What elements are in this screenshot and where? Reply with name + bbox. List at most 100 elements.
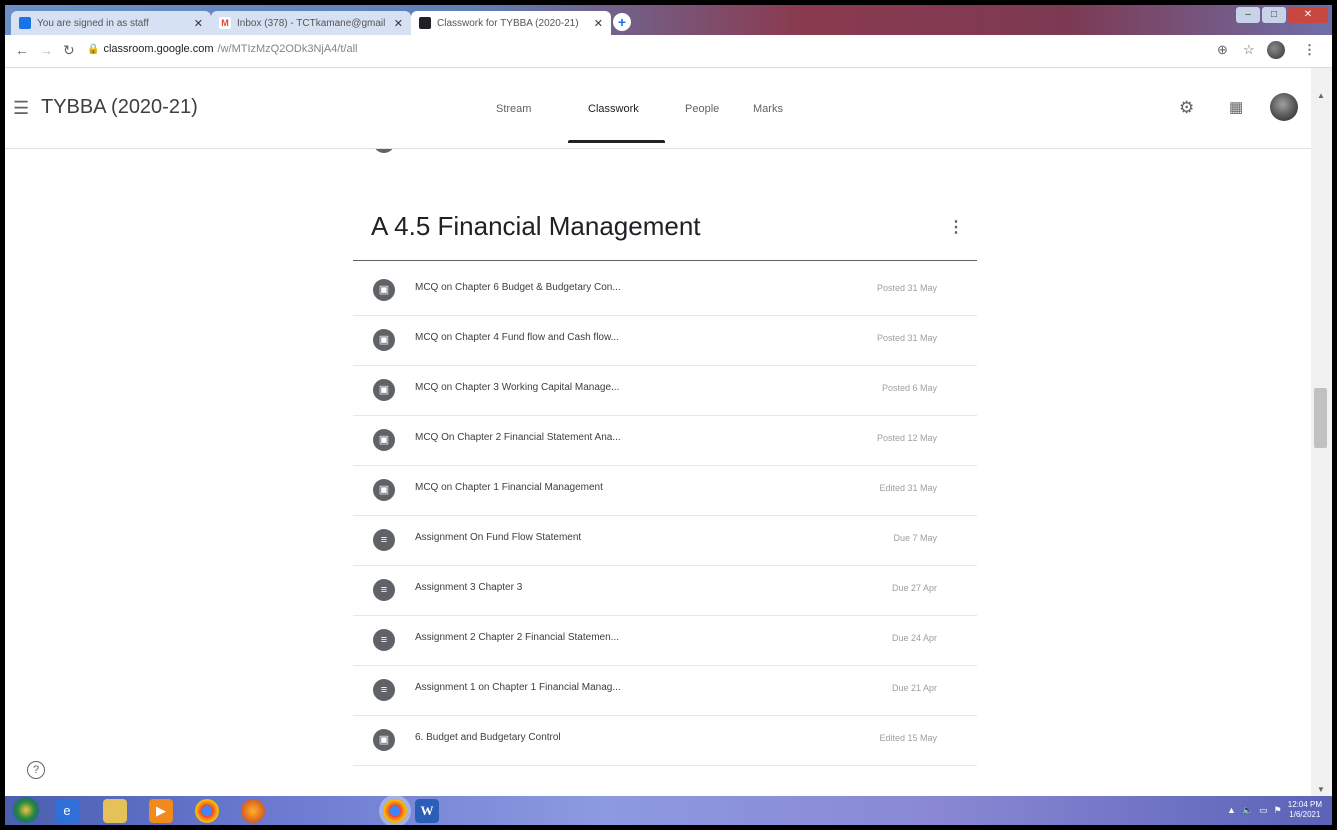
classwork-item-date: Posted 31 May — [876, 283, 937, 293]
quiz-assignment-icon: ▣ — [373, 479, 395, 501]
classwork-item-title: Assignment 2 Chapter 2 Financial Stateme… — [415, 632, 619, 643]
classwork-item[interactable]: ▣ MCQ on Chapter 4 Fund flow and Cash flo… — [353, 316, 977, 366]
taskbar-clock[interactable]: 12:04 PM 1/6/2021 — [1288, 800, 1322, 820]
classroom-favicon — [419, 17, 431, 29]
chrome-icon[interactable] — [195, 799, 219, 823]
window-controls: – □ ✕ — [1236, 7, 1328, 23]
classwork-content: A 4.5 Financial Management ⋮ ▣ MCQ on Cha… — [5, 149, 1311, 796]
assignment-icon: ≡ — [373, 529, 395, 551]
start-button[interactable] — [13, 797, 39, 823]
classwork-item-date: Posted 12 May — [876, 433, 937, 443]
gmail-icon: M — [219, 17, 231, 29]
classwork-item-date: Due 7 May — [893, 533, 937, 543]
quiz-assignment-icon: ▣ — [373, 729, 395, 751]
file-explorer-icon[interactable] — [103, 799, 127, 823]
flag-icon[interactable]: ⚑ — [1274, 805, 1282, 816]
classwork-item-title: MCQ on Chapter 1 Financial Management — [415, 482, 603, 493]
topic-title: A 4.5 Financial Management — [371, 211, 701, 241]
browser-tab-1[interactable]: You are signed in as staff ✕ — [11, 11, 211, 35]
maximize-icon[interactable]: □ — [1262, 7, 1286, 23]
classwork-item[interactable]: ≡ Assignment 3 Chapter 3 Due 27 Apr — [353, 566, 977, 616]
close-tab-icon[interactable]: ✕ — [394, 17, 403, 30]
scrollbar-thumb[interactable] — [1314, 388, 1327, 448]
browser-tab-2[interactable]: M Inbox (378) - TCTkamane@gmail ✕ — [211, 11, 411, 35]
tab-title: Classwork for TYBBA (2020-21) — [437, 17, 579, 29]
tab-classwork[interactable]: Classwork — [588, 103, 639, 115]
tab-title: You are signed in as staff — [37, 17, 149, 29]
quiz-assignment-icon: ▣ — [373, 429, 395, 451]
classwork-item-title: Assignment 1 on Chapter 1 Financial Mana… — [415, 682, 621, 693]
classroom-header: ☰ TYBBA (2020-21) Stream Classwork Peopl… — [5, 68, 1332, 149]
scroll-down-arrow-icon[interactable]: ▼ — [1317, 785, 1325, 794]
assignment-icon: ≡ — [373, 579, 395, 601]
classwork-item[interactable]: ▣ 6. Budget and Budgetary Control Edited 1… — [353, 716, 977, 766]
classwork-item-title: MCQ on Chapter 3 Working Capital Manage.… — [415, 382, 620, 393]
settings-gear-icon[interactable]: ⚙ — [1179, 98, 1194, 118]
bookmark-star-icon[interactable]: ☆ — [1243, 42, 1255, 58]
url-host: classroom.google.com — [103, 43, 214, 55]
class-title[interactable]: TYBBA (2020-21) — [41, 96, 198, 119]
classwork-item-title: MCQ On Chapter 2 Financial Statement Ana… — [415, 432, 621, 443]
quiz-assignment-icon: ▣ — [373, 279, 395, 301]
browser-title-bar: You are signed in as staff ✕ M Inbox (37… — [5, 5, 1332, 35]
network-icon[interactable]: ▭ — [1259, 805, 1268, 816]
firefox-icon[interactable] — [241, 799, 265, 823]
close-tab-icon[interactable]: ✕ — [194, 17, 203, 30]
tab-favicon — [19, 17, 31, 29]
back-arrow-icon[interactable]: ← — [15, 42, 29, 58]
topic-more-options-icon[interactable]: ⋮ — [948, 217, 964, 237]
new-tab-button[interactable]: + — [613, 13, 631, 31]
assignment-icon: ≡ — [373, 629, 395, 651]
classwork-item-title: 6. Budget and Budgetary Control — [415, 732, 561, 743]
assignment-icon: ≡ — [373, 679, 395, 701]
tab-people[interactable]: People — [685, 103, 719, 115]
install-app-icon[interactable]: ⊕ — [1217, 42, 1228, 58]
classwork-item-title: Assignment 3 Chapter 3 — [415, 582, 523, 593]
classwork-item-date: Edited 15 May — [879, 733, 937, 743]
forward-arrow-icon[interactable]: → — [39, 42, 53, 58]
classwork-item[interactable]: ▣ MCQ On Chapter 2 Financial Statement An… — [353, 416, 977, 466]
minimize-icon[interactable]: – — [1236, 7, 1260, 23]
previous-item-icon — [373, 149, 395, 153]
tab-title: Inbox (378) - TCTkamane@gmail — [237, 17, 386, 29]
browser-tab-3[interactable]: Classwork for TYBBA (2020-21) ✕ — [411, 11, 611, 35]
classwork-item[interactable]: ≡ Assignment On Fund Flow Statement Due 7 … — [353, 516, 977, 566]
browser-menu-icon[interactable]: ⋮ — [1303, 42, 1316, 58]
hamburger-menu-icon[interactable]: ☰ — [13, 98, 29, 119]
classwork-item[interactable]: ▣ MCQ on Chapter 3 Working Capital Manage… — [353, 366, 977, 416]
lock-icon: 🔒 — [87, 43, 100, 55]
user-avatar[interactable] — [1270, 93, 1298, 121]
close-tab-icon[interactable]: ✕ — [594, 17, 603, 30]
classwork-item-date: Due 24 Apr — [891, 633, 937, 643]
tab-marks[interactable]: Marks — [753, 103, 783, 115]
classwork-item[interactable]: ≡ Assignment 1 on Chapter 1 Financial Man… — [353, 666, 977, 716]
help-icon[interactable]: ? — [27, 761, 45, 779]
tab-stream[interactable]: Stream — [496, 103, 531, 115]
volume-icon[interactable]: 🔈 — [1242, 805, 1253, 816]
profile-avatar[interactable] — [1267, 41, 1285, 59]
internet-explorer-icon[interactable]: e — [55, 799, 79, 823]
topic-divider — [353, 260, 977, 261]
clock-date: 1/6/2021 — [1289, 810, 1321, 819]
classwork-item-date: Edited 31 May — [879, 483, 937, 493]
classwork-item-title: Assignment On Fund Flow Statement — [415, 532, 582, 543]
classwork-item-title: MCQ on Chapter 4 Fund flow and Cash flow… — [415, 332, 619, 343]
address-bar[interactable]: 🔒 classroom.google.com/w/MTIzMzQ2ODk3NjA… — [87, 43, 357, 55]
active-tab-indicator — [568, 140, 665, 143]
close-window-icon[interactable]: ✕ — [1288, 7, 1328, 23]
reload-icon[interactable]: ↻ — [63, 42, 75, 59]
classwork-item-date: Due 27 Apr — [891, 583, 937, 593]
classwork-item-date: Posted 31 May — [876, 333, 937, 343]
word-icon[interactable]: W — [415, 799, 439, 823]
classwork-item-date: Due 21 Apr — [891, 683, 937, 693]
show-hidden-icons-icon[interactable]: ▲ — [1227, 805, 1236, 815]
classwork-item[interactable]: ▣ MCQ on Chapter 6 Budget & Budgetary Con… — [353, 266, 977, 316]
classwork-item[interactable]: ≡ Assignment 2 Chapter 2 Financial Statem… — [353, 616, 977, 666]
scroll-up-arrow-icon[interactable]: ▲ — [1317, 91, 1325, 100]
browser-toolbar: ← → ↻ 🔒 classroom.google.com/w/MTIzMzQ2O… — [5, 35, 1332, 68]
chrome-active-window-icon[interactable] — [383, 799, 407, 823]
quiz-assignment-icon: ▣ — [373, 379, 395, 401]
classwork-item[interactable]: ▣ MCQ on Chapter 1 Financial Management Ed… — [353, 466, 977, 516]
media-player-icon[interactable]: ▶ — [149, 799, 173, 823]
apps-grid-icon[interactable]: ▦ — [1229, 98, 1243, 116]
